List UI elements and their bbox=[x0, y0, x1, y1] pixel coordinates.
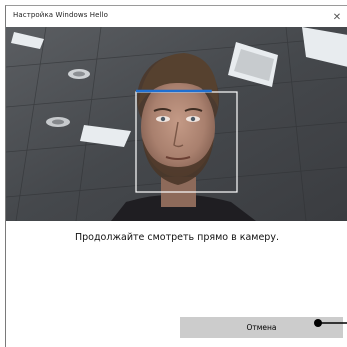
windows-hello-setup-window: Настройка Windows Hello ✕ Продолжайте см… bbox=[5, 5, 347, 347]
close-button[interactable]: ✕ bbox=[328, 8, 346, 26]
stylus-pointer-icon bbox=[314, 319, 347, 327]
title-bar: Настройка Windows Hello ✕ bbox=[6, 6, 347, 28]
camera-feed-image bbox=[6, 27, 347, 221]
close-icon: ✕ bbox=[332, 11, 342, 23]
instruction-text: Продолжайте смотреть прямо в камеру. bbox=[75, 232, 279, 243]
camera-preview bbox=[6, 27, 347, 221]
cancel-button-label: Отмена bbox=[246, 323, 277, 332]
window-title: Настройка Windows Hello bbox=[13, 11, 109, 19]
